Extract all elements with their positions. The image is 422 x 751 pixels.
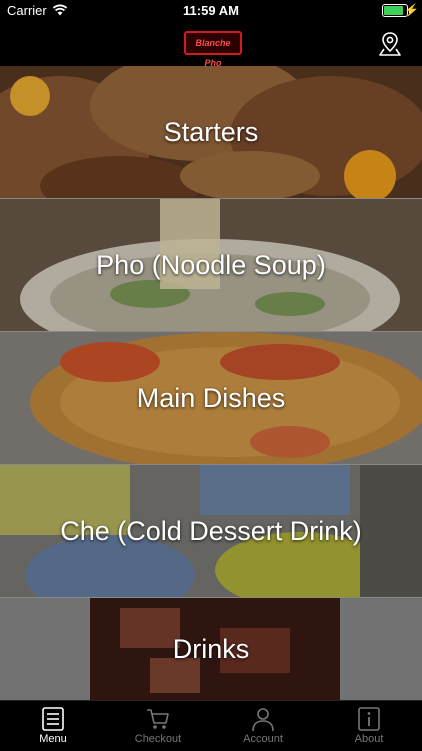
menu-item-label: Pho (Noodle Soup) xyxy=(96,249,326,280)
tab-menu[interactable]: Menu xyxy=(11,701,95,751)
menu-item-drinks[interactable]: Drinks xyxy=(0,598,422,700)
tab-about[interactable]: About xyxy=(327,701,411,751)
menu-item-label: Drinks xyxy=(172,633,250,664)
menu-list-icon xyxy=(42,707,64,731)
status-time: 11:59 AM xyxy=(183,3,239,18)
map-pin-button[interactable] xyxy=(372,28,408,60)
user-icon xyxy=(252,708,274,732)
menu-category-list: Starters Pho (Noodle Soup) Main Dishes C… xyxy=(0,66,422,700)
tab-account[interactable]: Account xyxy=(221,701,305,751)
menu-item-label: Main Dishes xyxy=(136,382,286,413)
tab-label: Checkout xyxy=(134,733,182,745)
map-pin-icon xyxy=(379,32,401,56)
restaurant-logo: Blanche Pho xyxy=(184,31,242,68)
tab-label: About xyxy=(354,733,384,745)
tab-label: Account xyxy=(243,733,283,745)
status-bar: Carrier 11:59 AM ⚡ xyxy=(0,0,422,22)
info-icon xyxy=(358,707,380,731)
tab-checkout[interactable]: Checkout xyxy=(116,701,200,751)
charging-icon: ⚡ xyxy=(404,3,419,17)
tab-bar: Menu Checkout Account About xyxy=(0,700,422,751)
menu-item-pho[interactable]: Pho (Noodle Soup) xyxy=(0,199,422,332)
menu-item-main-dishes[interactable]: Main Dishes xyxy=(0,332,422,465)
nav-bar: Blanche Pho xyxy=(0,22,422,68)
cart-icon xyxy=(147,709,169,729)
menu-item-starters[interactable]: Starters xyxy=(0,66,422,199)
menu-item-label: Che (Cold Dessert Drink) xyxy=(60,515,362,546)
tab-label: Menu xyxy=(39,733,67,745)
menu-item-label: Starters xyxy=(163,116,259,147)
menu-item-che[interactable]: Che (Cold Dessert Drink) xyxy=(0,465,422,598)
